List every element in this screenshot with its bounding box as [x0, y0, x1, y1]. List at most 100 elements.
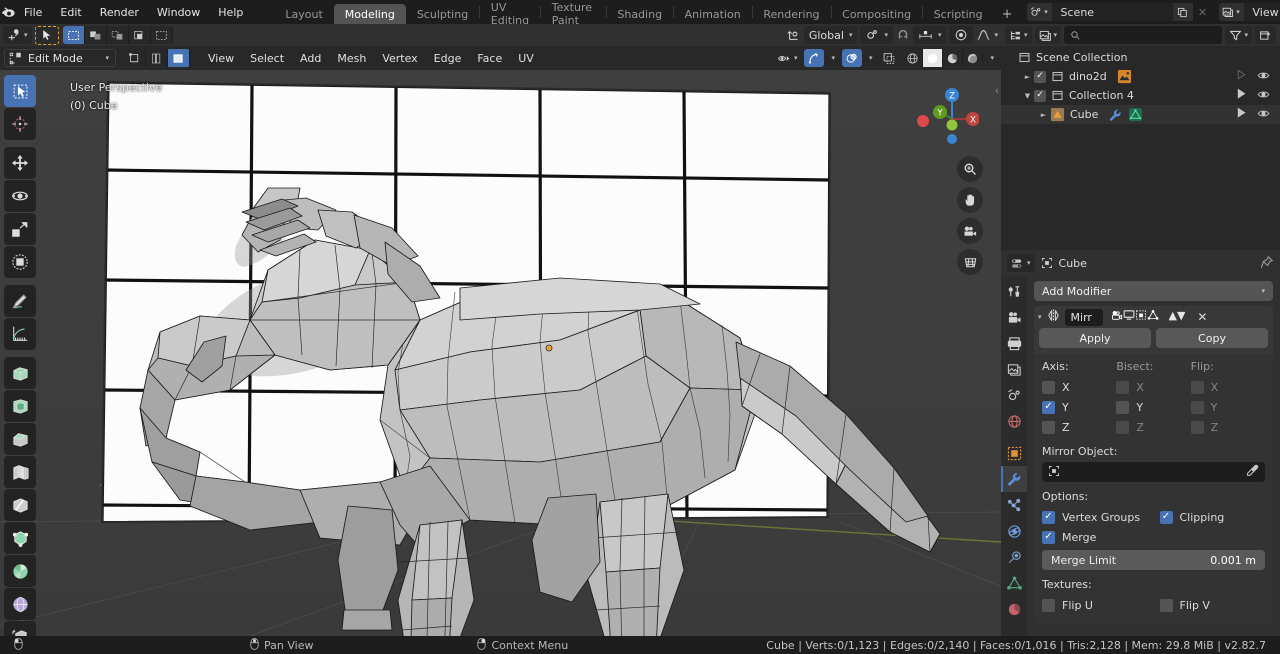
- toggle-perspective-icon[interactable]: [957, 249, 983, 275]
- selectable-filter-icon[interactable]: [1236, 107, 1248, 122]
- camera-view-icon[interactable]: [957, 218, 983, 244]
- outliner-checkbox-collection-4[interactable]: ✓: [1034, 89, 1046, 102]
- properties-editor-type-button[interactable]: ▾: [1007, 254, 1035, 272]
- sidebar-collapse-arrow-icon[interactable]: ‹: [995, 84, 999, 97]
- zoom-icon[interactable]: [957, 156, 983, 182]
- viewport-menu-face[interactable]: Face: [469, 48, 510, 68]
- outliner-display-mode-button[interactable]: ▾: [1034, 26, 1062, 44]
- flip-v-option[interactable]: Flip V: [1159, 595, 1266, 615]
- scene-unlink-button[interactable]: ✕: [1193, 3, 1213, 21]
- move-modifier-down-button[interactable]: ▼: [1177, 309, 1185, 326]
- pivot-point-dropdown[interactable]: ▾: [860, 26, 893, 44]
- overlays-dropdown[interactable]: ▾: [865, 49, 876, 67]
- physics-tab[interactable]: [1001, 518, 1027, 544]
- transform-orientation-dropdown[interactable]: Global ▾: [803, 26, 858, 44]
- snap-magnet-icon[interactable]: [896, 26, 910, 44]
- workspace-tab-uv-editing[interactable]: UV Editing: [480, 1, 540, 27]
- viewport-menu-view[interactable]: View: [200, 48, 242, 68]
- axis-z-checkbox[interactable]: [1042, 420, 1055, 434]
- merge-checkbox[interactable]: ✓: [1042, 530, 1055, 544]
- pin-id-icon[interactable]: [1260, 255, 1274, 272]
- workspace-tab-animation[interactable]: Animation: [674, 4, 752, 24]
- constraint-tab[interactable]: [1001, 544, 1027, 570]
- face-select-mode[interactable]: [168, 49, 190, 67]
- selectable-filter-icon[interactable]: [1236, 88, 1248, 103]
- extrude-region-tool[interactable]: [4, 357, 36, 389]
- apply-modifier-button[interactable]: Apply: [1039, 328, 1151, 348]
- realtime-viewport-toggle[interactable]: [1135, 309, 1147, 326]
- workspace-tab-compositing[interactable]: Compositing: [831, 4, 922, 24]
- scene-name-field[interactable]: Scene: [1052, 3, 1173, 21]
- hide-in-viewport-eye-icon[interactable]: [1257, 69, 1270, 85]
- falloff-curve-dropdown[interactable]: ▾: [976, 26, 998, 44]
- view-layer-datablock[interactable]: ▾ View Layer ✕: [1218, 3, 1280, 21]
- modifier-move-buttons[interactable]: ▲ ▼: [1169, 309, 1186, 326]
- add-workspace-button[interactable]: +: [994, 4, 1021, 24]
- spin-tool[interactable]: [4, 555, 36, 587]
- edge-select-mode[interactable]: [146, 49, 168, 67]
- shrink-fatten-tool[interactable]: [4, 621, 36, 636]
- merge-limit-slider[interactable]: Merge Limit 0.001 m: [1042, 550, 1265, 570]
- tool-tab[interactable]: [1001, 278, 1027, 304]
- move-tool[interactable]: [4, 147, 36, 179]
- workspace-tab-rendering[interactable]: Rendering: [752, 4, 830, 24]
- render-toggle[interactable]: [1147, 309, 1159, 326]
- chevron-right-icon[interactable]: ►: [1037, 111, 1050, 119]
- clipping-option[interactable]: ✓ Clipping: [1159, 507, 1266, 527]
- scale-tool[interactable]: [4, 213, 36, 245]
- rendered-shading[interactable]: [963, 49, 984, 67]
- hide-in-viewport-eye-icon[interactable]: [1257, 107, 1270, 123]
- smooth-tool[interactable]: [4, 588, 36, 620]
- object-type-visibility-dropdown[interactable]: ▾: [773, 49, 801, 67]
- outliner-new-collection-button[interactable]: [1255, 26, 1276, 44]
- flip-u-checkbox[interactable]: [1042, 598, 1055, 612]
- vertex-groups-option[interactable]: ✓ Vertex Groups: [1042, 507, 1148, 527]
- measure-tool[interactable]: [4, 318, 36, 350]
- select-tool-active[interactable]: [34, 25, 59, 45]
- menu-help[interactable]: Help: [209, 0, 252, 24]
- active-tool-icon[interactable]: ▾: [3, 26, 32, 44]
- workspace-tab-sculpting[interactable]: Sculpting: [406, 4, 479, 24]
- bisect-y-checkbox[interactable]: [1116, 400, 1130, 414]
- move-modifier-up-button[interactable]: ▲: [1169, 309, 1177, 326]
- outliner-row-dino2d[interactable]: ► ✓ dino2d: [1001, 67, 1280, 86]
- copy-modifier-button[interactable]: Copy: [1156, 328, 1268, 348]
- outliner-row-collection-4[interactable]: ▼ ✓ Collection 4: [1001, 86, 1280, 105]
- material-preview-shading[interactable]: [943, 49, 964, 67]
- world-tab[interactable]: [1001, 408, 1027, 434]
- workspace-tab-layout[interactable]: Layout: [274, 4, 333, 24]
- flip-u-option[interactable]: Flip U: [1042, 595, 1148, 615]
- outliner[interactable]: Scene Collection ► ✓ dino2d ▼ ✓ Collection 4 ► C…: [1001, 46, 1280, 250]
- navigation-gizmo[interactable]: X Y Z: [905, 78, 980, 152]
- menu-edit[interactable]: Edit: [51, 0, 90, 24]
- selectable-filter-icon[interactable]: [1236, 69, 1248, 84]
- select-difference-icon[interactable]: [150, 26, 173, 44]
- select-mode-buttons[interactable]: [124, 49, 190, 67]
- eyedropper-icon[interactable]: [1246, 464, 1259, 480]
- viewport-menu-edge[interactable]: Edge: [426, 48, 470, 68]
- transform-orientation-icon[interactable]: [787, 26, 801, 44]
- remove-modifier-button[interactable]: ✕: [1192, 310, 1212, 324]
- show-gizmo-toggle[interactable]: [804, 49, 825, 67]
- workspace-tab-modeling[interactable]: Modeling: [333, 4, 406, 24]
- workspace-tab-texture-paint[interactable]: Texture Paint: [541, 1, 606, 27]
- loop-cut-tool[interactable]: [4, 456, 36, 488]
- solid-shading[interactable]: [923, 49, 944, 67]
- object-data-tab[interactable]: [1001, 570, 1027, 596]
- modifier-expand-icon[interactable]: ▾: [1038, 313, 1042, 321]
- outliner-row-scene-collection[interactable]: Scene Collection: [1001, 48, 1280, 67]
- view-layer-icon[interactable]: ▾: [1218, 3, 1245, 21]
- bevel-tool[interactable]: [4, 423, 36, 455]
- scene-new-button[interactable]: [1172, 3, 1193, 21]
- snap-target-dropdown[interactable]: ▾: [912, 26, 947, 44]
- chevron-down-icon[interactable]: ▼: [1021, 92, 1034, 100]
- poly-build-tool[interactable]: [4, 522, 36, 554]
- annotate-tool[interactable]: [4, 285, 36, 317]
- scene-icon[interactable]: ▾: [1026, 3, 1053, 21]
- modifier-tab[interactable]: [1001, 466, 1027, 492]
- cursor-tool[interactable]: [4, 108, 36, 140]
- knife-tool[interactable]: [4, 489, 36, 521]
- select-mode-group[interactable]: [62, 26, 173, 44]
- outliner-checkbox-dino2d[interactable]: ✓: [1034, 70, 1046, 83]
- scene-tab[interactable]: [1001, 382, 1027, 408]
